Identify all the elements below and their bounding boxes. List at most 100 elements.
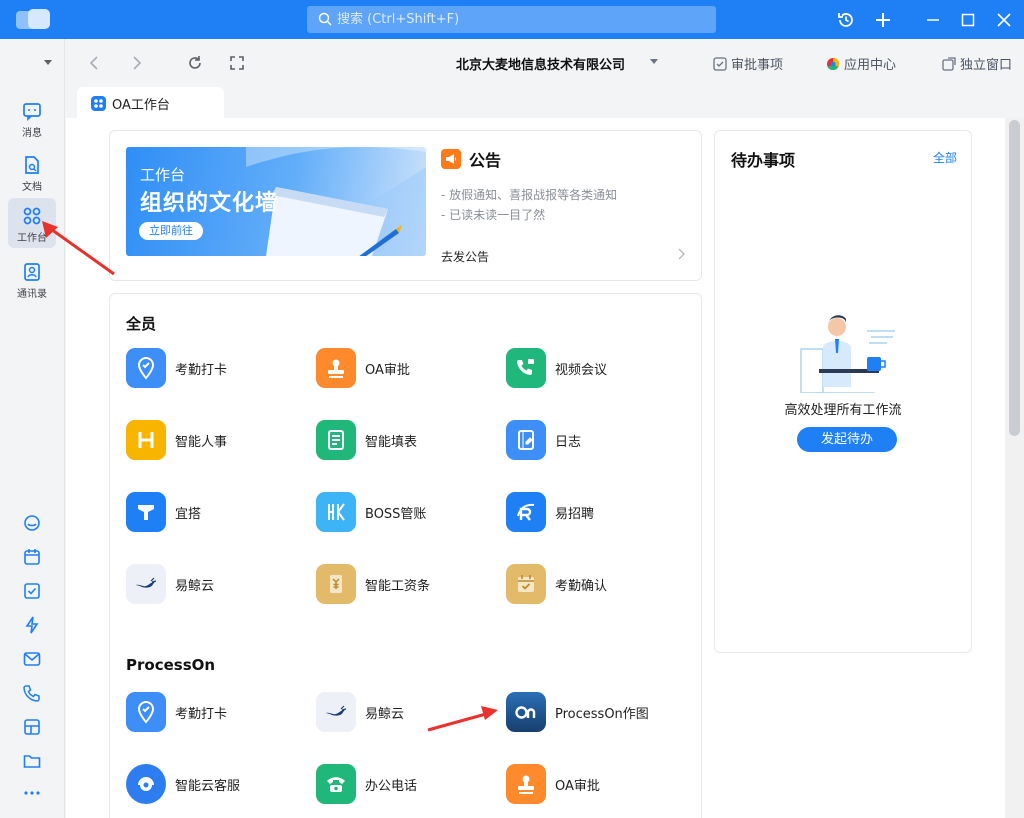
app-yijingyun-2[interactable]: 易鲸云 bbox=[316, 692, 404, 732]
rail-collapse-caret-icon[interactable] bbox=[44, 60, 52, 65]
app-attendance-confirm[interactable]: 考勤确认 bbox=[506, 564, 607, 604]
content-scrollbar[interactable] bbox=[1005, 118, 1024, 818]
recruitment-icon bbox=[506, 492, 546, 532]
history-icon bbox=[838, 13, 853, 27]
document-icon bbox=[25, 156, 39, 174]
app-center-link[interactable]: 应用中心 bbox=[826, 54, 896, 73]
app-label: 易鲸云 bbox=[365, 706, 405, 722]
app-logo-icon bbox=[16, 9, 50, 29]
app-label: 智能填表 bbox=[365, 434, 418, 450]
search-placeholder: 搜索 (Ctrl+Shift+F) bbox=[337, 12, 460, 27]
rail-item-messages[interactable]: 消息 bbox=[8, 93, 56, 143]
approval-link[interactable]: 审批事项 bbox=[713, 54, 783, 73]
tab-label: OA工作台 bbox=[112, 97, 170, 113]
phone-icon[interactable] bbox=[22, 683, 42, 703]
post-notice-link[interactable]: 去发公告 bbox=[441, 248, 489, 265]
office-worker-illustration bbox=[800, 315, 895, 393]
todo-card: 待办事项 全部 高效处理所有工作流 发起待办 bbox=[714, 130, 972, 653]
search-input[interactable]: 搜索 (Ctrl+Shift+F) bbox=[307, 6, 716, 33]
close-icon bbox=[997, 13, 1011, 27]
app-log[interactable]: 日志 bbox=[506, 420, 581, 460]
standalone-window-label: 独立窗口 bbox=[960, 58, 1013, 73]
tab-oa-workbench[interactable]: OA工作台 bbox=[77, 87, 224, 119]
banner-go-button[interactable]: 立即前往 bbox=[139, 222, 203, 240]
approval-label: 审批事项 bbox=[731, 58, 784, 73]
tab-workbench-icon bbox=[91, 95, 106, 111]
app-smart-form[interactable]: 智能填表 bbox=[316, 420, 417, 460]
org-switch-caret-icon[interactable] bbox=[650, 59, 658, 64]
close-button[interactable] bbox=[993, 9, 1015, 31]
app-yijingyun[interactable]: 易鲸云 bbox=[126, 564, 214, 604]
rail-item-documents[interactable]: 文档 bbox=[8, 147, 56, 197]
annotation-arrow-processon bbox=[427, 706, 498, 732]
app-video-meeting[interactable]: 视频会议 bbox=[506, 348, 607, 388]
workbench-content: 工作台 组织的文化墙 立即前往 公告 - 放假通知、喜报战报等各类通知 - 已读… bbox=[66, 118, 1024, 818]
history-button[interactable] bbox=[835, 9, 857, 31]
app-recruitment[interactable]: 易招聘 bbox=[506, 492, 594, 532]
todo-title: 待办事项 bbox=[731, 151, 796, 170]
todo-all-link[interactable]: 全部 bbox=[933, 149, 957, 166]
standalone-window-icon bbox=[942, 56, 956, 71]
app-smart-payslip[interactable]: 智能工资条 bbox=[316, 564, 430, 604]
forward-icon[interactable] bbox=[127, 54, 145, 72]
app-label: BOSS管账 bbox=[365, 506, 427, 522]
calendar-icon[interactable] bbox=[22, 547, 42, 567]
notice-desc-2: - 已读未读一目了然 bbox=[441, 208, 546, 222]
task-check-icon[interactable] bbox=[22, 581, 42, 601]
app-attendance-punch[interactable]: 考勤打卡 bbox=[126, 348, 227, 388]
culture-wall-banner[interactable]: 工作台 组织的文化墙 立即前往 bbox=[126, 147, 426, 256]
location-check-icon bbox=[126, 692, 166, 732]
todo-description: 高效处理所有工作流 bbox=[784, 403, 902, 418]
section-title-all-staff: 全员 bbox=[126, 315, 157, 333]
app-processon-diagram[interactable]: ProcessOn作图 bbox=[506, 692, 649, 732]
workspace-icon[interactable] bbox=[22, 717, 42, 737]
fullscreen-icon[interactable] bbox=[228, 54, 246, 72]
minimize-icon bbox=[927, 19, 939, 21]
mail-icon[interactable] bbox=[22, 649, 42, 669]
maximize-icon bbox=[961, 13, 975, 27]
app-label: 考勤打卡 bbox=[175, 362, 228, 378]
app-oa-approval-2[interactable]: OA审批 bbox=[506, 764, 600, 804]
app-smart-hr[interactable]: 智能人事 bbox=[126, 420, 227, 460]
cloud-icon[interactable] bbox=[22, 513, 42, 533]
app-label: 智能工资条 bbox=[365, 578, 431, 594]
annotation-arrow-workbench bbox=[42, 221, 115, 276]
hr-icon bbox=[126, 420, 166, 460]
minimize-button[interactable] bbox=[922, 9, 944, 31]
app-label: 易招聘 bbox=[555, 506, 595, 522]
accounting-icon bbox=[316, 492, 356, 532]
app-center-icon bbox=[827, 57, 840, 70]
app-attendance-punch-2[interactable]: 考勤打卡 bbox=[126, 692, 227, 732]
app-yida[interactable]: 宜搭 bbox=[126, 492, 201, 532]
folder-icon[interactable] bbox=[22, 751, 42, 771]
app-label: 考勤确认 bbox=[555, 578, 608, 594]
org-name[interactable]: 北京大麦地信息技术有限公司 bbox=[456, 54, 625, 73]
app-label: 日志 bbox=[555, 434, 582, 450]
create-todo-button[interactable]: 发起待办 bbox=[797, 427, 897, 452]
app-label: OA审批 bbox=[555, 778, 600, 794]
app-boss-accounting[interactable]: BOSS管账 bbox=[316, 492, 426, 532]
chevron-right-icon[interactable] bbox=[676, 248, 686, 260]
scrollbar-thumb[interactable] bbox=[1009, 120, 1020, 436]
log-icon bbox=[506, 420, 546, 460]
stamp-icon bbox=[316, 348, 356, 388]
maximize-button[interactable] bbox=[957, 9, 979, 31]
megaphone-icon bbox=[441, 149, 461, 169]
back-icon[interactable] bbox=[86, 54, 104, 72]
rail-label: 通讯录 bbox=[17, 289, 47, 300]
notice-header: 公告 bbox=[441, 147, 501, 171]
yida-icon bbox=[126, 492, 166, 532]
refresh-icon[interactable] bbox=[186, 54, 204, 72]
notice-card: 工作台 组织的文化墙 立即前往 公告 - 放假通知、喜报战报等各类通知 - 已读… bbox=[109, 130, 702, 281]
message-icon bbox=[23, 103, 41, 121]
app-smart-customer-service[interactable]: 智能云客服 bbox=[126, 764, 240, 804]
lightning-icon[interactable] bbox=[22, 615, 42, 635]
add-button[interactable] bbox=[872, 9, 894, 31]
app-office-phone[interactable]: 办公电话 bbox=[316, 764, 417, 804]
app-label: 宜搭 bbox=[175, 506, 202, 522]
more-icon[interactable] bbox=[22, 783, 42, 803]
title-bar: 搜索 (Ctrl+Shift+F) bbox=[0, 0, 1024, 39]
standalone-window-link[interactable]: 独立窗口 bbox=[942, 54, 1012, 73]
whale-icon bbox=[316, 692, 356, 732]
app-oa-approval[interactable]: OA审批 bbox=[316, 348, 410, 388]
